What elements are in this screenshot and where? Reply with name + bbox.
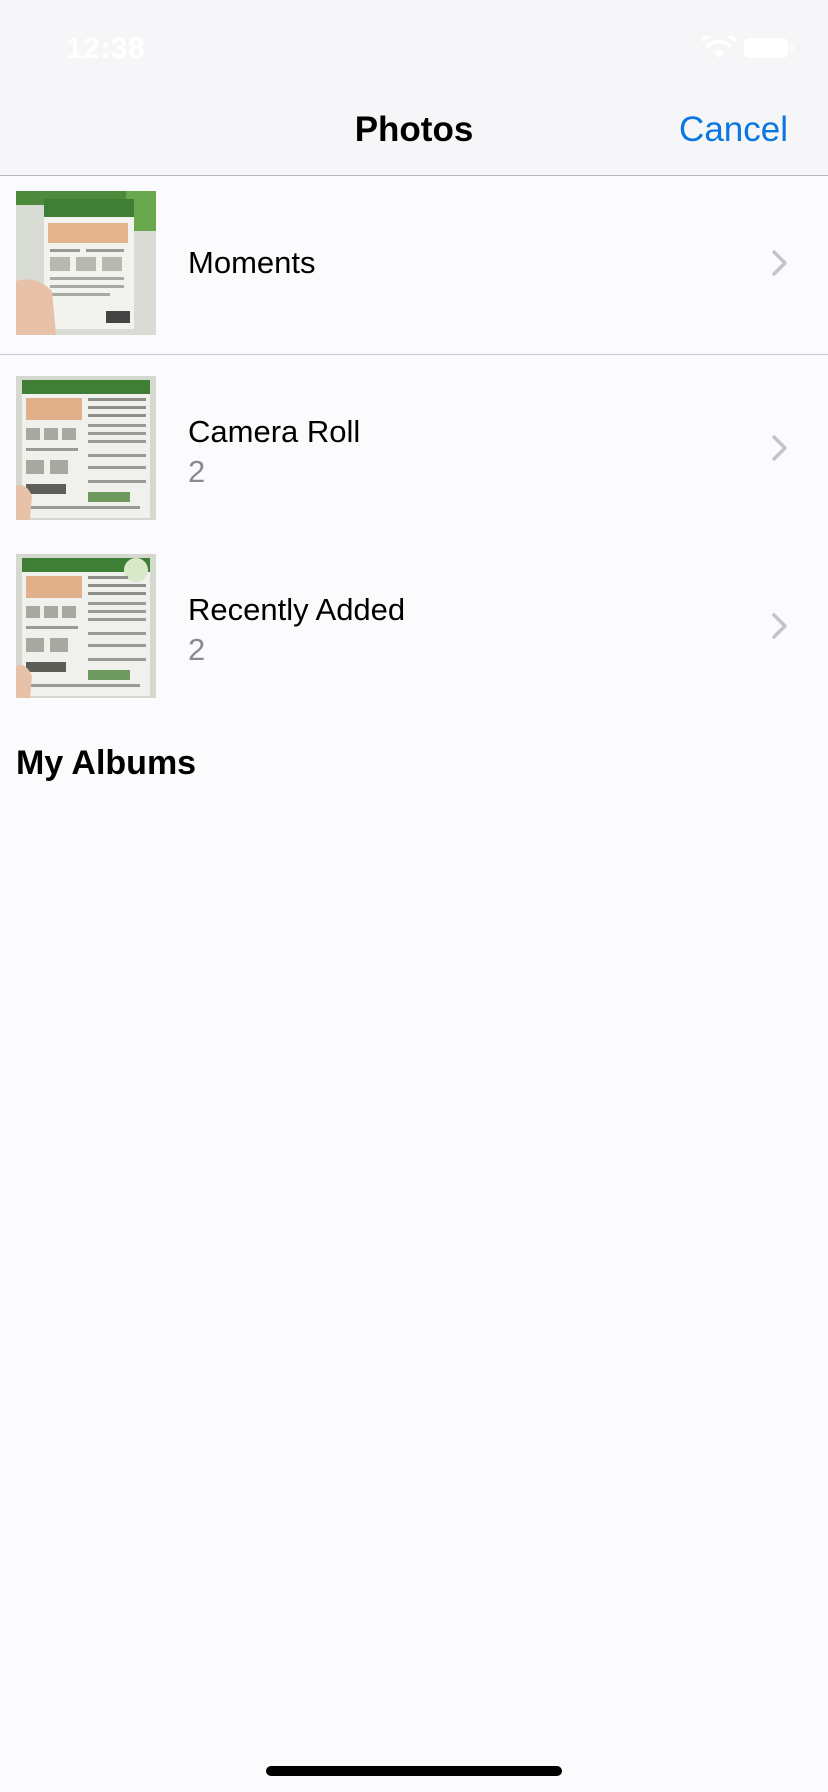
album-thumbnail bbox=[16, 376, 156, 520]
album-title: Camera Roll bbox=[188, 414, 361, 449]
status-bar: 12:38 bbox=[0, 0, 828, 80]
album-row-moments[interactable]: Moments bbox=[0, 191, 828, 335]
album-count: 2 bbox=[188, 454, 206, 489]
row-separator bbox=[0, 354, 828, 355]
section-header-my-albums: My Albums bbox=[16, 744, 197, 782]
home-indicator[interactable] bbox=[266, 1766, 562, 1776]
cancel-button[interactable]: Cancel bbox=[679, 110, 788, 150]
chevron-right-icon bbox=[772, 435, 787, 461]
album-title: Recently Added bbox=[188, 592, 406, 627]
wifi-icon bbox=[702, 36, 736, 58]
chevron-right-icon bbox=[772, 250, 787, 276]
album-title: Moments bbox=[188, 245, 316, 280]
battery-icon bbox=[744, 38, 796, 58]
status-time: 12:38 bbox=[66, 32, 146, 65]
album-row-camera-roll[interactable]: Camera Roll 2 bbox=[0, 376, 828, 520]
album-count: 2 bbox=[188, 632, 206, 667]
album-row-recently-added[interactable]: Recently Added 2 bbox=[0, 554, 828, 698]
navigation-bar: 12:38 Photos Cancel bbox=[0, 0, 828, 176]
chevron-right-icon bbox=[772, 613, 787, 639]
album-thumbnail bbox=[16, 554, 156, 698]
album-thumbnail bbox=[16, 191, 156, 335]
